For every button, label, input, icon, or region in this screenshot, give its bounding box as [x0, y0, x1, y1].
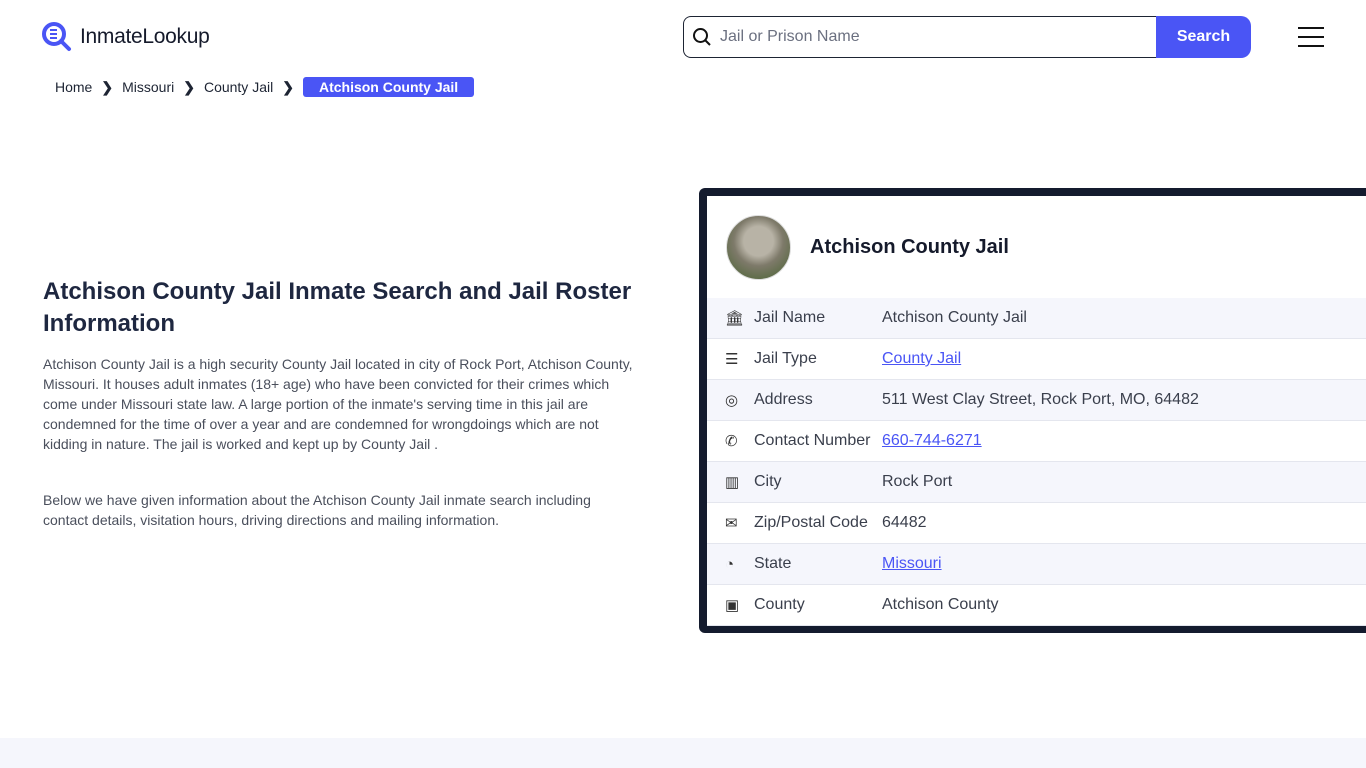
row-label: Address — [754, 391, 813, 408]
breadcrumb-county-jail[interactable]: County Jail — [204, 79, 273, 95]
logo-magnifier-icon — [42, 22, 71, 51]
logo-text: InmateLookup — [80, 25, 210, 48]
jail-type-link[interactable]: County Jail — [882, 350, 961, 368]
logo[interactable]: InmateLookup — [42, 22, 210, 52]
row-jail-name: 🏛︎ Jail Name Atchison County Jail — [707, 298, 1366, 339]
row-state: ◔ State Missouri — [707, 544, 1366, 585]
row-label: Jail Name — [754, 309, 826, 326]
state-link[interactable]: Missouri — [882, 555, 942, 573]
info-paragraph: Below we have given information about th… — [43, 492, 591, 528]
map-pin-icon: ◎ — [725, 392, 739, 409]
chevron-right-icon: ❯ — [282, 78, 294, 95]
row-value: 511 West Clay Street, Rock Port, MO, 644… — [882, 391, 1199, 408]
row-label: City — [754, 473, 782, 490]
row-value: Rock Port — [882, 473, 953, 490]
row-county: ▣ County Atchison County — [707, 585, 1366, 626]
row-contact: ✆ Contact Number 660-744-6271 — [707, 421, 1366, 462]
jail-info-card: Atchison County Jail 🏛︎ Jail Name Atchison… — [699, 188, 1366, 633]
chevron-right-icon: ❯ — [183, 78, 195, 95]
building-icon: 🏛︎ — [725, 310, 745, 327]
row-city: ▥ City Rock Port — [707, 462, 1366, 503]
search-icon — [693, 28, 711, 46]
county-icon: ▣ — [725, 597, 740, 614]
search-button[interactable]: Search — [1156, 16, 1251, 58]
search-input[interactable] — [720, 28, 1140, 46]
row-value: 64482 — [882, 514, 927, 531]
breadcrumb-home[interactable]: Home — [55, 79, 92, 95]
chevron-right-icon: ❯ — [101, 78, 114, 95]
card-title: Atchison County Jail — [810, 235, 1009, 258]
row-label: Zip/Postal Code — [754, 514, 868, 531]
row-label: County — [754, 596, 805, 613]
breadcrumb: Home ❯ Missouri ❯ County Jail ❯ Atchison Co… — [55, 77, 475, 97]
jail-photo — [726, 214, 791, 280]
phone-link[interactable]: 660-744-6271 — [882, 432, 982, 450]
row-address: ◎ Address 511 West Clay Street, Rock Port,… — [707, 380, 1366, 421]
page-title: Atchison County Jail Inmate Search and J… — [43, 278, 632, 337]
list-icon: ☰ — [725, 351, 739, 368]
hamburger-menu-icon[interactable] — [1298, 27, 1324, 47]
globe-icon: ◔ — [725, 555, 735, 573]
row-label: Contact Number — [754, 432, 871, 449]
phone-icon: ✆ — [725, 433, 738, 450]
search-bar: Search — [683, 16, 1251, 58]
info-table: 🏛︎ Jail Name Atchison County Jail ☰ Jail Ty… — [707, 298, 1366, 626]
row-label: State — [754, 555, 792, 572]
intro-paragraph: Atchison County Jail is a high security … — [43, 356, 633, 452]
mail-icon: ✉ — [725, 515, 738, 532]
row-label: Jail Type — [754, 350, 817, 367]
breadcrumb-missouri[interactable]: Missouri — [122, 79, 174, 95]
breadcrumb-current: Atchison County Jail — [302, 77, 475, 97]
row-zip: ✉ Zip/Postal Code 64482 — [707, 503, 1366, 544]
row-value: Atchison County Jail — [882, 309, 1027, 326]
footer-band — [0, 738, 1366, 768]
row-jail-type: ☰ Jail Type County Jail — [707, 339, 1366, 380]
row-value: Atchison County — [882, 596, 999, 613]
map-icon: ▥ — [725, 474, 740, 491]
